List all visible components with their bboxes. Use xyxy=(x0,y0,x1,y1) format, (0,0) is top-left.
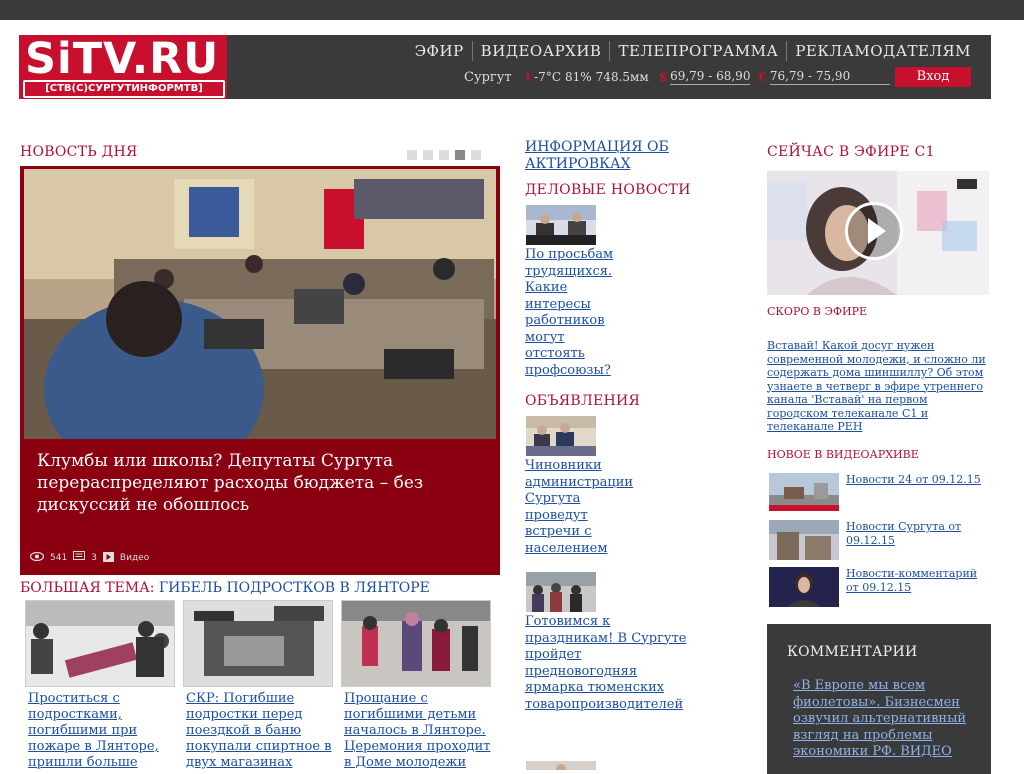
story-link-1[interactable]: Проститься с подростками, погибшими при … xyxy=(28,691,168,771)
video-label: Видео xyxy=(119,553,150,563)
main-nav: ЭФИР ВИДЕОАРХИВ ТЕЛЕПРОГРАММА РЕКЛАМОДАТ… xyxy=(407,41,979,61)
archive-link-2[interactable]: Новости Сургута от 09.12.15 xyxy=(846,520,986,547)
ads-image-2[interactable] xyxy=(526,572,596,612)
slider-dot[interactable] xyxy=(407,150,417,160)
comment-icon xyxy=(73,551,86,565)
archive-thumb-2[interactable] xyxy=(769,520,839,560)
onair-title: СЕЙЧАС В ЭФИРЕ С1 xyxy=(767,144,935,160)
play-icon[interactable] xyxy=(845,202,903,260)
archive-link-3[interactable]: Новости-комментарий от 09.12.15 xyxy=(846,567,988,594)
comments-count: 3 xyxy=(91,553,97,563)
onair-video[interactable] xyxy=(767,171,989,295)
info-aktirovki-link[interactable]: ИНФОРМАЦИЯ ОБ АКТИРОВКАХ xyxy=(525,139,695,173)
slider-dot[interactable] xyxy=(423,150,433,160)
nav-item-efir[interactable]: ЭФИР xyxy=(407,41,472,61)
slider-dot[interactable] xyxy=(471,150,481,160)
city-label: Сургут xyxy=(464,69,512,85)
site-logo[interactable]: SiTV.RU [СТВ(С)СУРГУТИНФОРМТВ] xyxy=(19,34,227,99)
logo-text: SiTV.RU xyxy=(25,34,220,84)
video-icon xyxy=(102,551,114,565)
ads-title: ОБЪЯВЛЕНИЯ xyxy=(525,393,641,409)
business-news-link[interactable]: По просьбам трудящихся. Какие интересы р… xyxy=(525,247,625,379)
archive-thumb-1[interactable] xyxy=(769,473,839,511)
pressure-value: 748.5мм xyxy=(595,70,649,84)
login-button[interactable]: Вход xyxy=(895,67,971,87)
nav-item-advertisers[interactable]: РЕКЛАМОДАТЕЛЯМ xyxy=(786,41,979,61)
eur-rate: 76,79 - 75,90 xyxy=(769,69,890,85)
comments-box: КОММЕНТАРИИ «В Европе мы всем фиолетовы»… xyxy=(767,624,991,774)
slider-dots xyxy=(407,150,487,160)
feature-headline[interactable]: Клумбы или школы? Депутаты Сургута перер… xyxy=(37,450,477,516)
nav-item-videoarchive[interactable]: ВИДЕОАРХИВ xyxy=(471,41,610,61)
big-theme-label: БОЛЬШАЯ ТЕМА: xyxy=(20,580,155,596)
humidity-value: 81% xyxy=(565,70,592,84)
ads-link-1[interactable]: Чиновники администрации Сургута проведут… xyxy=(525,458,645,557)
soon-onair-link[interactable]: Вставай! Какой досуг нужен современной м… xyxy=(767,339,989,434)
site-header: SiTV.RU [СТВ(С)СУРГУТИНФОРМТВ] ЭФИР ВИДЕ… xyxy=(19,34,991,99)
big-theme-link[interactable]: ГИБЕЛЬ ПОДРОСТКОВ В ЛЯНТОРЕ xyxy=(159,580,430,596)
nav-item-tv-program[interactable]: ТЕЛЕПРОГРАММА xyxy=(609,41,786,61)
feature-meta: 541 3 Видео xyxy=(29,551,155,565)
story-thumb-3[interactable] xyxy=(341,600,491,687)
business-news-image[interactable] xyxy=(526,205,596,245)
archive-thumb-3[interactable] xyxy=(769,567,839,607)
story-thumb-2[interactable] xyxy=(183,600,333,687)
archive-title: НОВОЕ В ВИДЕОАРХИВЕ xyxy=(767,448,919,461)
weather-currency-bar: Сургут t -7°C 81% 748.5мм $ 69,79 - 68,9… xyxy=(464,67,894,87)
ads-image-3[interactable] xyxy=(526,758,596,770)
slider-dot-active[interactable] xyxy=(455,150,465,160)
soon-onair-title: СКОРО В ЭФИРЕ xyxy=(767,305,868,318)
comment-link[interactable]: «В Европе мы всем фиолетовы». Бизнесмен … xyxy=(793,678,979,761)
views-count: 541 xyxy=(50,553,68,563)
temperature-icon: t xyxy=(525,70,532,84)
feature-image[interactable] xyxy=(24,169,496,439)
temperature-value: -7°C xyxy=(534,70,561,84)
big-theme-header: БОЛЬШАЯ ТЕМА: ГИБЕЛЬ ПОДРОСТКОВ В ЛЯНТОР… xyxy=(20,580,430,596)
comments-title: КОММЕНТАРИИ xyxy=(787,644,918,660)
story-link-3[interactable]: Прощание с погибшими детьми началось в Л… xyxy=(344,691,494,771)
eur-icon: € xyxy=(758,70,767,84)
usd-icon: $ xyxy=(658,70,668,84)
story-link-2[interactable]: СКР: Погибшие подростки перед поездкой в… xyxy=(186,691,336,771)
archive-link-1[interactable]: Новости 24 от 09.12.15 xyxy=(846,473,986,487)
ads-link-2[interactable]: Готовимся к праздникам! В Сургуте пройде… xyxy=(525,614,695,713)
slider-dot[interactable] xyxy=(439,150,449,160)
logo-subtitle: [СТВ(С)СУРГУТИНФОРМТВ] xyxy=(23,80,225,98)
ads-image-1[interactable] xyxy=(526,416,596,456)
news-day-title: НОВОСТЬ ДНЯ xyxy=(20,144,138,160)
usd-rate: 69,79 - 68,90 xyxy=(670,69,751,85)
news-day-feature[interactable]: Клумбы или школы? Депутаты Сургута перер… xyxy=(20,166,500,575)
business-news-title: ДЕЛОВЫЕ НОВОСТИ xyxy=(525,182,691,198)
story-thumb-1[interactable] xyxy=(25,600,175,687)
eye-icon xyxy=(29,551,45,564)
top-bar xyxy=(0,0,1024,20)
